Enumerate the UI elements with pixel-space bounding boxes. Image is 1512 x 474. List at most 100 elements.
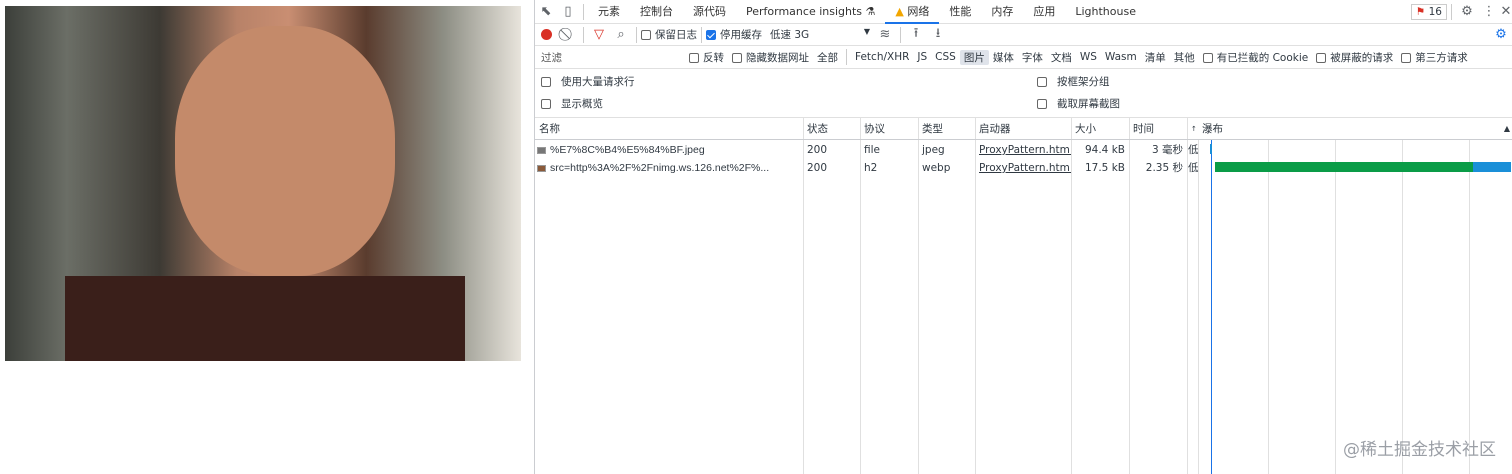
waterfall-bar — [1210, 144, 1212, 154]
invert-checkbox[interactable]: 反转 — [685, 50, 728, 65]
network-conditions-icon[interactable]: ≋ — [874, 25, 896, 45]
throttle-value: 低速 3G — [770, 29, 810, 41]
label: 显示概览 — [561, 98, 603, 110]
filter-type-css[interactable]: CSS — [931, 51, 960, 63]
checkbox-icon — [1401, 52, 1412, 63]
divider — [846, 49, 847, 65]
group-by-frame-checkbox[interactable]: 按框架分组 — [1037, 74, 1110, 89]
request-time: 3 毫秒 — [1151, 144, 1183, 156]
label: 第三方请求 — [1415, 51, 1468, 64]
hide-data-urls-checkbox[interactable]: 隐藏数据网址 — [728, 50, 813, 65]
tab-performance-insights[interactable]: Performance insights ⚗ — [736, 0, 885, 24]
tab-application[interactable]: 应用 — [1023, 0, 1065, 24]
tab-performance[interactable]: 性能 — [939, 0, 981, 24]
export-har-icon[interactable]: ⭳ — [927, 25, 949, 45]
tab-label: Performance insights — [746, 4, 863, 18]
checkbox-icon — [641, 30, 651, 40]
tab-console[interactable]: 控制台 — [630, 0, 683, 24]
tab-network[interactable]: ▲ 网络 — [885, 0, 940, 24]
tab-memory[interactable]: 内存 — [981, 0, 1023, 24]
label: 瀑布 — [1202, 123, 1223, 135]
label: 反转 — [703, 51, 724, 64]
large-rows-checkbox[interactable]: 使用大量请求行 — [541, 74, 635, 89]
filter-type-all[interactable]: 全部 — [813, 50, 842, 65]
filter-type-fetch-xhr[interactable]: Fetch/XHR — [851, 51, 913, 63]
column-header-protocol[interactable]: 协议 — [860, 117, 918, 140]
close-icon[interactable]: ✕ — [1500, 2, 1512, 22]
request-initiator-link[interactable]: ProxyPattern.htm... — [975, 141, 1071, 159]
issues-badge[interactable]: ⚑ 16 — [1410, 3, 1447, 20]
record-icon[interactable] — [535, 25, 557, 45]
filter-type-wasm[interactable]: Wasm — [1101, 51, 1141, 63]
tab-label: 网络 — [907, 4, 930, 18]
checkbox-icon — [541, 98, 551, 109]
filter-type-other[interactable]: 其他 — [1170, 50, 1199, 65]
column-header-priority[interactable]: ↑ — [1187, 117, 1198, 140]
label: 停用缓存 — [720, 29, 762, 41]
checkbox-icon — [1316, 52, 1327, 63]
preserve-log-checkbox[interactable]: 保留日志 — [641, 27, 697, 42]
issue-icon: ⚑ — [1415, 5, 1426, 18]
column-header-name[interactable]: 名称 — [535, 117, 803, 140]
image-file-icon — [537, 164, 546, 172]
checkbox-icon — [1037, 76, 1047, 87]
waterfall-download-bar — [1473, 162, 1511, 172]
column-header-waterfall[interactable]: 瀑布 ▲ — [1198, 117, 1512, 140]
label: 使用大量请求行 — [561, 76, 635, 88]
column-header-type[interactable]: 类型 — [918, 117, 975, 140]
request-type: jpeg — [922, 144, 945, 156]
column-header-status[interactable]: 状态 — [803, 117, 860, 140]
request-name[interactable]: src=http%3A%2F%2Fnimg.ws.126.net%2F%... — [535, 159, 803, 177]
column-header-time[interactable]: 时间 — [1129, 117, 1187, 140]
request-protocol: file — [864, 144, 880, 156]
gear-icon[interactable]: ⚙ — [1456, 2, 1478, 22]
tab-elements[interactable]: 元素 — [588, 0, 630, 24]
filter-type-font[interactable]: 字体 — [1018, 50, 1047, 65]
checkbox-icon — [1202, 52, 1213, 63]
filter-type-img[interactable]: 图片 — [959, 49, 989, 65]
device-toolbar-icon[interactable]: ▯ — [557, 2, 579, 22]
label: 有已拦截的 Cookie — [1216, 51, 1309, 64]
label: 保留日志 — [655, 29, 697, 41]
request-size: 94.4 kB — [1084, 144, 1125, 156]
request-type: webp — [922, 162, 951, 174]
warning-icon: ▲ — [895, 4, 904, 18]
filter-type-js[interactable]: JS — [913, 51, 931, 63]
blocked-cookies-checkbox[interactable]: 有已拦截的 Cookie — [1199, 50, 1312, 65]
blocked-requests-checkbox[interactable]: 被屏蔽的请求 — [1312, 50, 1397, 65]
capture-screenshots-checkbox[interactable]: 截取屏幕截图 — [1037, 96, 1120, 111]
request-initiator-link[interactable]: ProxyPattern.htm... — [975, 159, 1071, 177]
filter-type-doc[interactable]: 文档 — [1047, 50, 1076, 65]
filter-input[interactable]: 过滤 — [535, 50, 685, 65]
request-name[interactable]: %E7%8C%B4%E5%84%BF.jpeg — [535, 141, 803, 159]
tab-sources[interactable]: 源代码 — [683, 0, 736, 24]
import-har-icon[interactable]: ⭱ — [905, 25, 927, 45]
column-header-size[interactable]: 大小 — [1071, 117, 1129, 140]
tab-lighthouse[interactable]: Lighthouse — [1065, 0, 1146, 24]
column-header-initiator[interactable]: 启动器 — [975, 117, 1071, 140]
third-party-checkbox[interactable]: 第三方请求 — [1397, 50, 1472, 65]
disable-cache-checkbox[interactable]: 停用缓存 — [706, 27, 762, 42]
checkbox-icon — [1037, 98, 1047, 109]
request-time: 2.35 秒 — [1145, 162, 1183, 174]
watermark: @稀土掘金技术社区 — [1343, 440, 1496, 460]
checkbox-icon — [541, 76, 551, 87]
network-settings-gear-icon[interactable]: ⚙ — [1490, 25, 1512, 45]
throttle-select[interactable]: 低速 3G ▼ — [770, 27, 870, 42]
image-dress-shape — [65, 276, 465, 361]
show-overview-checkbox[interactable]: 显示概览 — [541, 96, 603, 111]
inspect-element-icon[interactable]: ⬉ — [535, 2, 557, 22]
name-text: src=http%3A%2F%2Fnimg.ws.126.net%2F%... — [550, 162, 770, 174]
search-icon[interactable]: ⌕ — [610, 25, 632, 45]
divider — [583, 26, 584, 43]
issues-count: 16 — [1428, 5, 1442, 18]
filter-type-manifest[interactable]: 清单 — [1141, 50, 1170, 65]
divider — [636, 26, 637, 43]
clear-icon[interactable]: ⃠ — [557, 25, 579, 45]
filter-icon[interactable]: ▽ — [588, 25, 610, 45]
image-file-icon — [537, 146, 546, 154]
more-menu-icon[interactable]: ⋮ — [1478, 2, 1500, 22]
filter-type-media[interactable]: 媒体 — [989, 50, 1018, 65]
request-size: 17.5 kB — [1084, 162, 1125, 174]
filter-type-ws[interactable]: WS — [1076, 51, 1101, 63]
